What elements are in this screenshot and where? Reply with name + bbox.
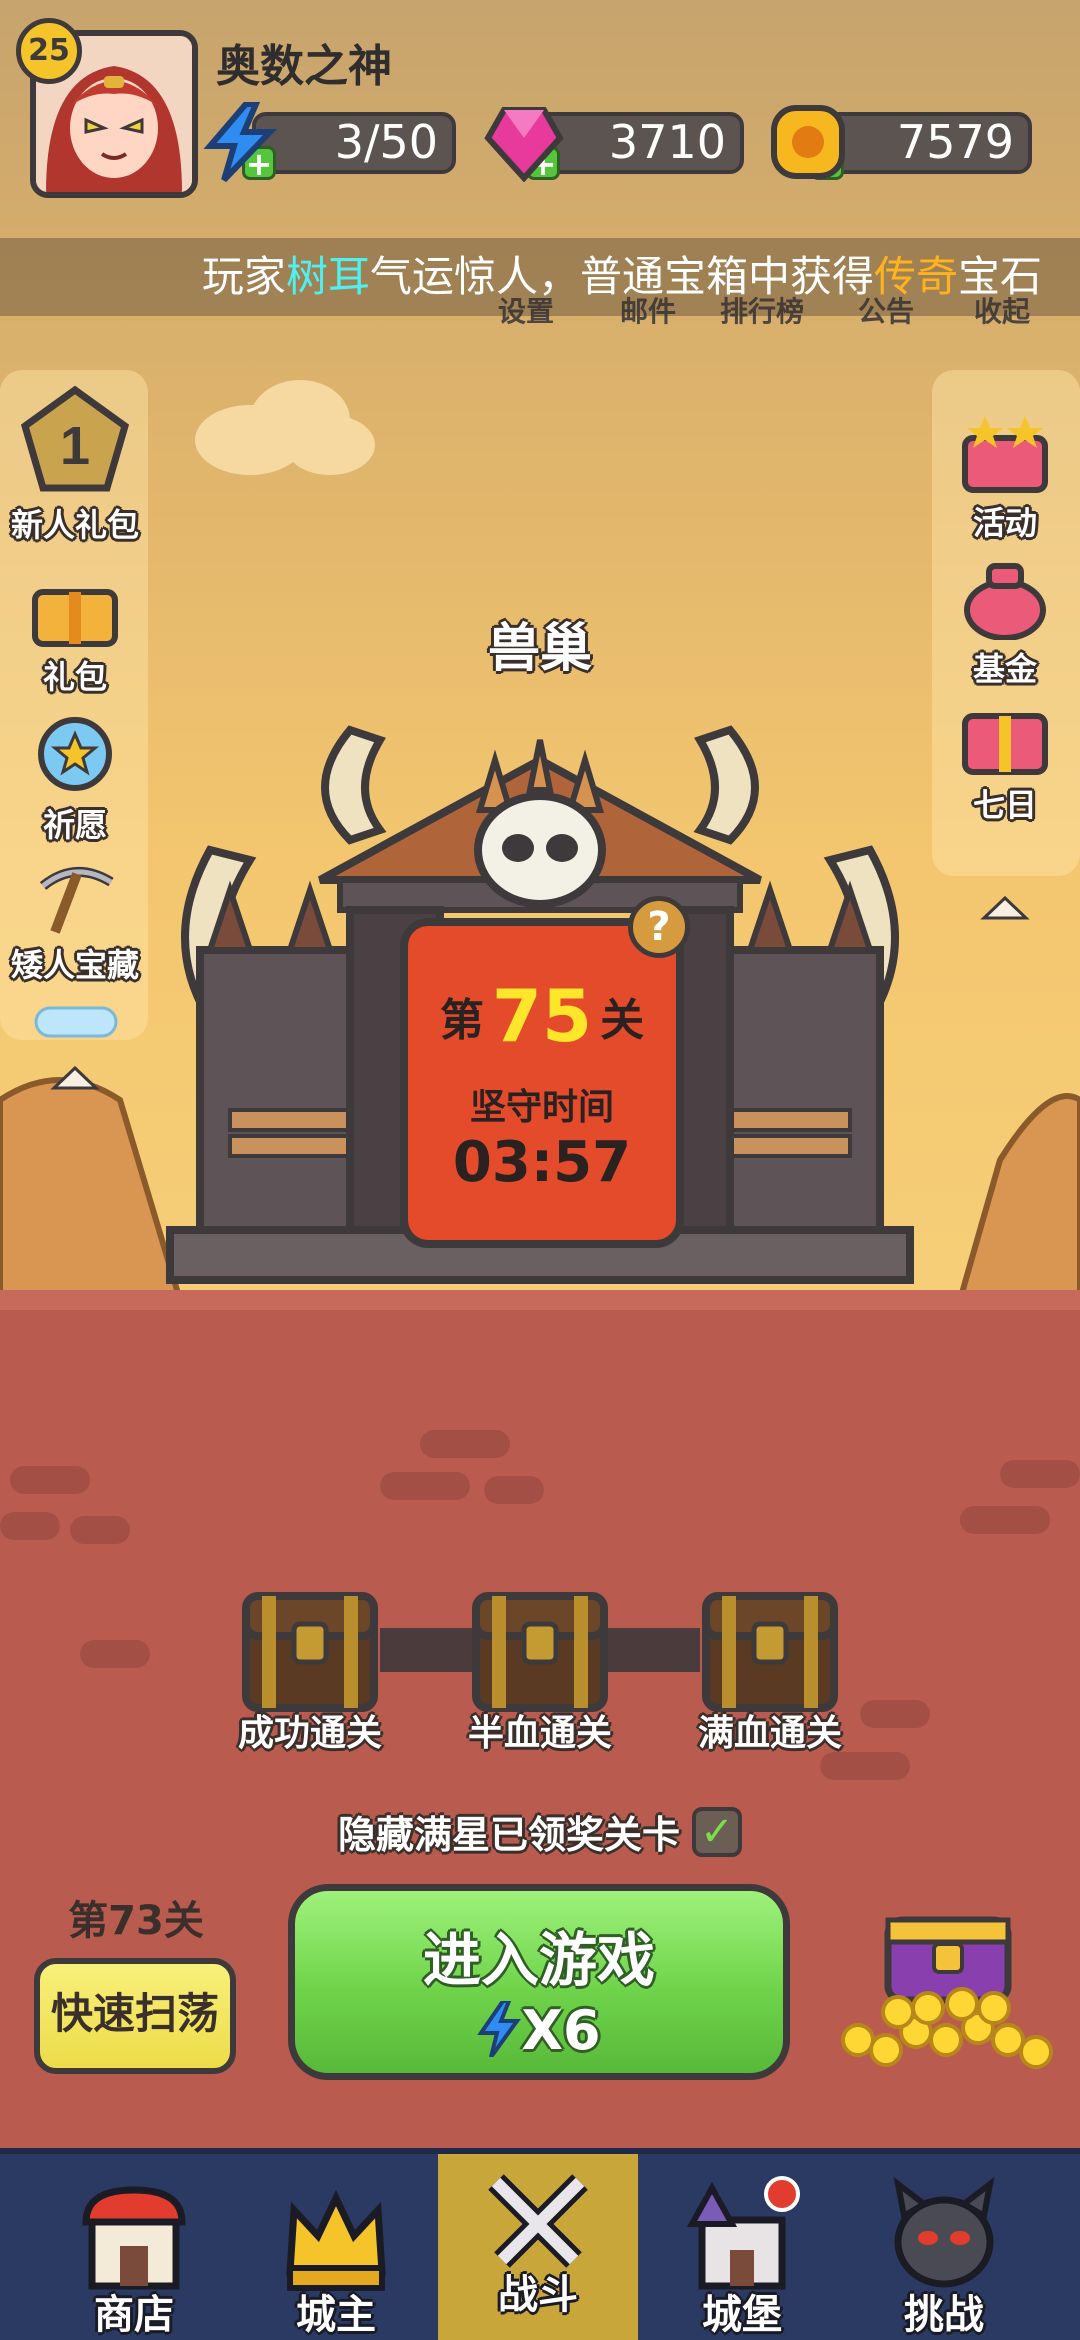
nav-castle[interactable]: 城堡 [642, 2154, 842, 2340]
star-badge-icon: 1 [20, 385, 130, 492]
dwarf-treasure-button[interactable]: 矮人宝藏 [0, 860, 150, 986]
stage-suffix: 关 [600, 995, 645, 1046]
hide-completed-label: 隐藏满星已领奖关卡 [337, 1813, 680, 1857]
nav-challenge[interactable]: 挑战 [844, 2154, 1044, 2340]
hold-time-label: 坚守时间 [469, 1087, 614, 1128]
chest-icon[interactable] [702, 1590, 838, 1712]
newbie-pack-label: 新人礼包 [10, 506, 139, 544]
ground-brick [0, 1512, 60, 1540]
ground-brick [380, 1472, 470, 1500]
newbie-pack-button[interactable]: 1 新人礼包 [0, 384, 150, 546]
ground-brick [1000, 1460, 1080, 1488]
stage-prefix: 第 [439, 995, 484, 1046]
fund-button[interactable]: 基金 [930, 560, 1080, 690]
lightning-icon [477, 1999, 522, 2059]
stage-help-button[interactable]: ? [628, 896, 690, 958]
stage-number-line: 第 75 关 [408, 974, 676, 1058]
ground-brick [820, 1752, 910, 1780]
coin-value: 7579 [896, 115, 1014, 169]
nav-lord-label: 城主 [296, 2292, 376, 2338]
hold-time-value: 03:57 [452, 1130, 632, 1195]
chest-icon[interactable] [472, 1590, 608, 1712]
chest-label: 满血通关 [697, 1713, 842, 1754]
hide-completed-row[interactable]: 隐藏满星已领奖关卡 ✓ [0, 1804, 1080, 1859]
ground-brick [960, 1506, 1050, 1534]
event-label: 活动 [972, 504, 1037, 542]
gift-box-icon [32, 589, 118, 647]
nav-challenge-label: 挑战 [904, 2292, 984, 2338]
ground-brick [80, 1640, 150, 1668]
nav-shop[interactable]: 商店 [34, 2154, 234, 2340]
hide-completed-checkbox[interactable]: ✓ [692, 1806, 742, 1857]
newbie-badge-number: 1 [60, 416, 90, 476]
cloud-decoration [195, 380, 375, 475]
collapse-up-arrow-icon[interactable] [980, 892, 1030, 922]
ground-brick [484, 1476, 544, 1504]
energy-bar: 3/50 [252, 112, 456, 174]
gift-pack-label: 礼包 [42, 658, 107, 696]
seven-day-gift-icon [962, 713, 1048, 775]
enter-game-button[interactable]: 进入游戏 X6 [288, 1884, 790, 2080]
ticker-player: 树耳 [285, 252, 370, 301]
wish-button[interactable]: 祈愿 [0, 716, 150, 846]
coin-bar: 7579 [816, 112, 1032, 174]
player-name: 奥数之神 [216, 41, 392, 92]
chest-label: 成功通关 [237, 1713, 382, 1754]
castle-icon [686, 2176, 800, 2290]
nav-battle[interactable]: 战斗 [438, 2154, 638, 2340]
right-rock-decoration [960, 1093, 1080, 1303]
player-level-badge: 25 [16, 18, 82, 84]
cloud-icon [34, 1006, 118, 1038]
event-gift-icon [962, 416, 1048, 493]
ticker-item: 传奇 [873, 252, 958, 301]
demon-icon [893, 2176, 995, 2288]
ticker-pre: 玩家 [201, 252, 286, 301]
battle-scene: 兽巢 第 75 关 坚守时间 03:57 ? 成功通关 半血通关 满血通关 隐藏满星… [0, 0, 1080, 2340]
money-bag-icon [964, 563, 1046, 641]
shop-icon [82, 2186, 186, 2290]
enter-game-label: 进入游戏 [422, 1926, 655, 1994]
crown-icon [286, 2189, 386, 2291]
enter-cost-value: X6 [521, 1999, 601, 2062]
pickaxe-icon [39, 866, 114, 934]
stage-number: 75 [491, 974, 593, 1058]
nav-castle-label: 城堡 [702, 2292, 782, 2338]
chest-label: 半血通关 [467, 1713, 612, 1754]
stage-banner[interactable]: 第 75 关 坚守时间 03:57 [400, 918, 684, 1248]
wish-orb-icon [38, 717, 112, 791]
ground-brick [70, 1516, 130, 1544]
sweep-stage-label: 第73关 [68, 1898, 204, 1944]
event-button[interactable]: 活动 [930, 414, 1080, 544]
dwarf-treasure-label: 矮人宝藏 [10, 946, 139, 984]
ticker-mid: 气运惊人，普通宝箱中获得 [369, 252, 874, 301]
nav-battle-label: 战斗 [498, 2272, 578, 2318]
pink-gem-icon [484, 107, 564, 182]
ticker-post: 宝石 [957, 252, 1042, 301]
stage-title: 兽巢 [487, 619, 592, 679]
lightning-icon [203, 102, 278, 182]
gift-pack-button[interactable]: 礼包 [0, 578, 150, 698]
gold-coin-icon [771, 105, 845, 179]
gem-value: 3710 [608, 115, 726, 169]
ground-brick [10, 1466, 90, 1494]
chest-icon[interactable] [242, 1590, 378, 1712]
quick-sweep-button[interactable]: 快速扫荡 [34, 1958, 236, 2074]
treasure-chest-icon[interactable] [838, 1900, 1058, 2070]
ground-brick [420, 1430, 510, 1458]
fund-label: 基金 [972, 650, 1037, 688]
collapse-up-arrow-icon[interactable] [50, 1062, 100, 1092]
announcement-ticker: 玩家树耳气运惊人，普通宝箱中获得传奇宝石 [0, 238, 1080, 316]
ground-brick [860, 1700, 930, 1728]
seven-day-label: 七日 [972, 786, 1037, 824]
wish-label: 祈愿 [42, 806, 107, 844]
announcement-message: 玩家树耳气运惊人，普通宝箱中获得传奇宝石 [202, 238, 1042, 316]
enter-game-cost: X6 [295, 1999, 783, 2062]
seven-day-button[interactable]: 七日 [930, 706, 1080, 826]
nav-shop-label: 商店 [94, 2292, 174, 2338]
energy-value: 3/50 [334, 115, 438, 169]
bottom-navigation: 商店 城主 战斗 城堡 挑战 [0, 2148, 1080, 2340]
nav-lord[interactable]: 城主 [236, 2154, 436, 2340]
